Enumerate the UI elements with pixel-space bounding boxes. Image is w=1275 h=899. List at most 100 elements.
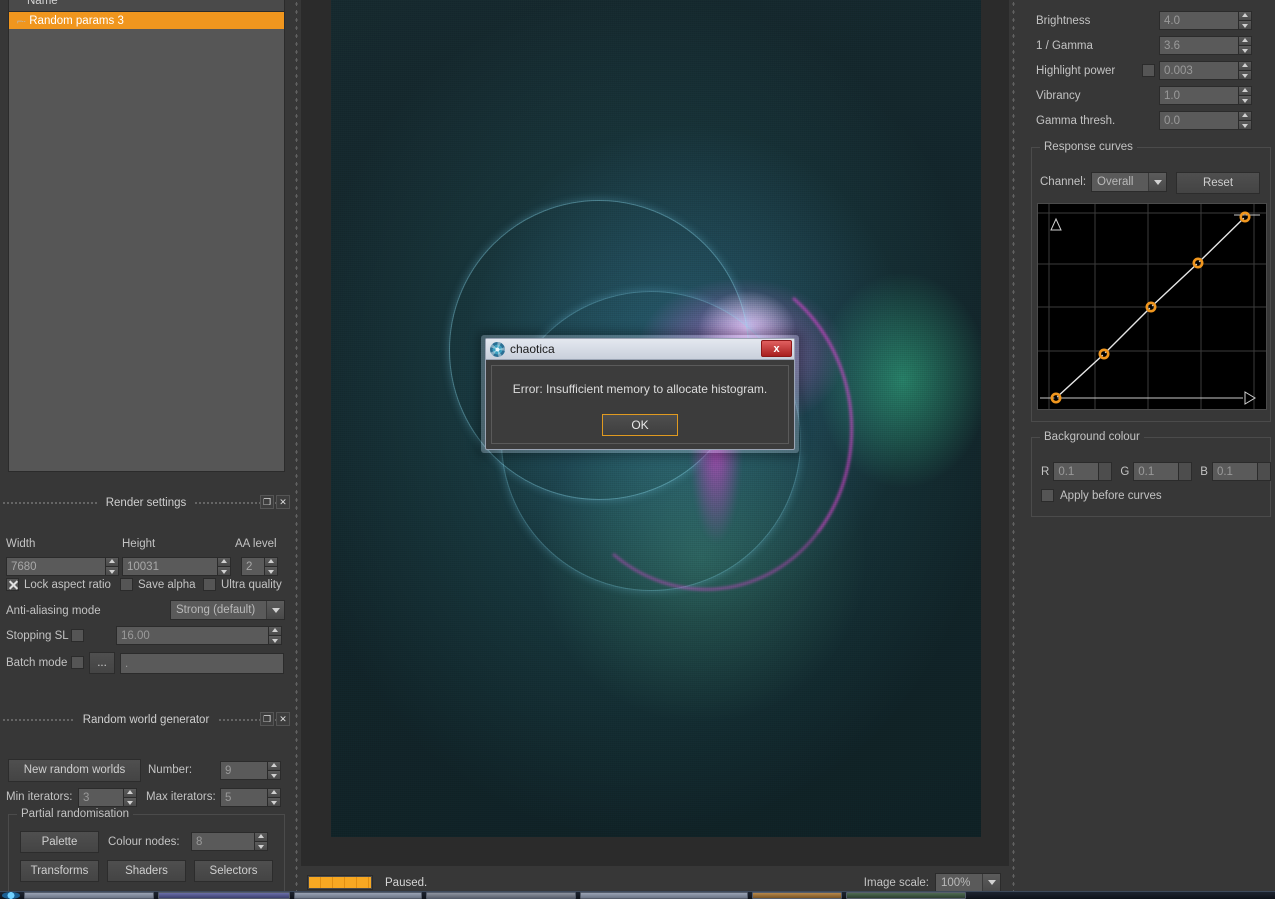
image-settings-group: Brightness 1 / Gamma Highlight power Vib…	[1018, 0, 1275, 136]
aa-level-stepper[interactable]	[264, 557, 278, 576]
gamma-thresh-stepper[interactable]	[1238, 111, 1252, 130]
close-icon[interactable]: ✕	[276, 712, 290, 726]
brightness-stepper[interactable]	[1238, 11, 1252, 30]
dialog-titlebar[interactable]: chaotica x	[486, 339, 794, 360]
render-settings-panel: Render settings ❐ ✕ Width Height AA leve…	[0, 494, 292, 681]
height-input[interactable]	[122, 557, 218, 576]
colour-nodes-stepper[interactable]	[254, 832, 268, 851]
background-g-stepper[interactable]	[1178, 462, 1193, 481]
background-g-input[interactable]	[1133, 462, 1180, 481]
taskbar-item[interactable]	[294, 892, 422, 899]
gamma-thresh-input[interactable]	[1159, 111, 1239, 130]
list-item-label: Random params 3	[29, 14, 124, 27]
list-item[interactable]: ⌐·· Random params 3	[9, 12, 284, 29]
chevron-down-icon[interactable]	[982, 873, 1000, 892]
restore-icon[interactable]: ❐	[260, 712, 274, 726]
channel-value: Overall	[1097, 176, 1134, 188]
taskbar-item[interactable]	[426, 892, 576, 899]
selectors-button[interactable]: Selectors	[194, 860, 273, 882]
background-r-label: R	[1041, 465, 1050, 478]
width-input[interactable]	[6, 557, 106, 576]
response-curve-graph[interactable]	[1037, 203, 1267, 410]
min-iterators-stepper[interactable]	[123, 788, 137, 807]
taskbar-item[interactable]	[24, 892, 154, 899]
save-alpha-checkbox[interactable]: Save alpha	[120, 578, 196, 591]
response-curves-group: Response curves Channel: Overall Reset	[1031, 141, 1271, 422]
left-splitter[interactable]	[292, 0, 301, 899]
ok-button[interactable]: OK	[602, 414, 678, 436]
stopping-sl-label: Stopping SL	[6, 630, 69, 642]
min-iterators-input[interactable]	[78, 788, 124, 807]
taskbar-item[interactable]	[846, 892, 966, 899]
inv-gamma-stepper[interactable]	[1238, 36, 1252, 55]
chevron-down-icon[interactable]	[1148, 173, 1167, 191]
shaders-button[interactable]: Shaders	[107, 860, 186, 882]
highlight-power-checkbox[interactable]	[1142, 64, 1155, 77]
checkbox-icon[interactable]	[1041, 489, 1054, 502]
response-curve-svg[interactable]	[1038, 204, 1266, 409]
vibrancy-input[interactable]	[1159, 86, 1239, 105]
height-stepper[interactable]	[217, 557, 231, 576]
min-iterators-label: Min iterators:	[6, 791, 73, 803]
transforms-button[interactable]: Transforms	[20, 860, 99, 882]
ultra-quality-checkbox[interactable]: Ultra quality	[203, 578, 282, 591]
close-icon[interactable]: ✕	[276, 495, 290, 509]
close-icon[interactable]: x	[761, 340, 792, 357]
lock-aspect-ratio-checkbox[interactable]: Lock aspect ratio	[6, 578, 111, 591]
taskbar-item[interactable]	[752, 892, 842, 899]
number-stepper[interactable]	[267, 761, 281, 780]
anti-aliasing-mode-select[interactable]: Strong (default)	[170, 600, 285, 620]
image-scale-select[interactable]: 100%	[935, 872, 1001, 893]
max-iterators-label: Max iterators:	[146, 791, 216, 803]
brightness-input[interactable]	[1159, 11, 1239, 30]
aa-level-input[interactable]	[241, 557, 265, 576]
taskbar-item[interactable]	[158, 892, 290, 899]
restore-icon[interactable]: ❐	[260, 495, 274, 509]
colour-nodes-label: Colour nodes:	[108, 836, 180, 848]
save-alpha-label: Save alpha	[138, 578, 196, 591]
dialog-message: Error: Insufficient memory to allocate h…	[512, 382, 768, 396]
start-button-icon[interactable]	[2, 892, 20, 899]
world-list[interactable]: Name ⌐·· Random params 3	[8, 0, 285, 472]
max-iterators-input[interactable]	[220, 788, 268, 807]
checkbox-icon[interactable]	[120, 578, 133, 591]
highlight-power-label: Highlight power	[1036, 65, 1116, 77]
background-b-stepper[interactable]	[1256, 462, 1271, 481]
vibrancy-stepper[interactable]	[1238, 86, 1252, 105]
background-r-input[interactable]	[1053, 462, 1100, 481]
number-input[interactable]	[220, 761, 268, 780]
checkbox-icon[interactable]	[203, 578, 216, 591]
stopping-sl-input[interactable]	[116, 626, 269, 645]
number-label: Number:	[148, 764, 193, 776]
width-stepper[interactable]	[105, 557, 119, 576]
batch-browse-button[interactable]: ...	[89, 652, 115, 674]
stopping-sl-checkbox[interactable]	[71, 629, 84, 642]
max-iterators-stepper[interactable]	[267, 788, 281, 807]
gamma-thresh-label: Gamma thresh.	[1036, 115, 1116, 127]
left-panel: Name ⌐·· Random params 3 Render settings…	[0, 0, 292, 899]
apply-before-curves-checkbox[interactable]: Apply before curves	[1041, 489, 1162, 502]
render-settings-titlebar[interactable]: Render settings ❐ ✕	[0, 494, 292, 511]
channel-select[interactable]: Overall	[1091, 172, 1168, 192]
highlight-power-input[interactable]	[1159, 61, 1239, 80]
error-dialog[interactable]: chaotica x Error: Insufficient memory to…	[485, 338, 795, 450]
right-splitter[interactable]	[1009, 0, 1018, 899]
render-progress-bar	[307, 875, 373, 890]
checkbox-icon[interactable]	[6, 578, 19, 591]
reset-curves-button[interactable]: Reset	[1176, 172, 1260, 194]
new-random-worlds-button[interactable]: New random worlds	[8, 759, 141, 782]
chevron-down-icon[interactable]	[266, 601, 284, 619]
aa-level-label: AA level	[235, 538, 277, 550]
highlight-power-stepper[interactable]	[1238, 61, 1252, 80]
windows-taskbar[interactable]	[0, 891, 1275, 899]
stopping-sl-stepper[interactable]	[268, 626, 282, 645]
taskbar-item[interactable]	[580, 892, 748, 899]
colour-nodes-input[interactable]	[191, 832, 255, 851]
background-r-stepper[interactable]	[1098, 462, 1113, 481]
inv-gamma-input[interactable]	[1159, 36, 1239, 55]
palette-button[interactable]: Palette	[20, 831, 99, 853]
background-b-input[interactable]	[1211, 462, 1258, 481]
batch-path-input[interactable]	[120, 653, 284, 674]
batch-mode-checkbox[interactable]	[71, 656, 84, 669]
random-world-generator-titlebar[interactable]: Random world generator ❐ ✕	[0, 711, 292, 728]
